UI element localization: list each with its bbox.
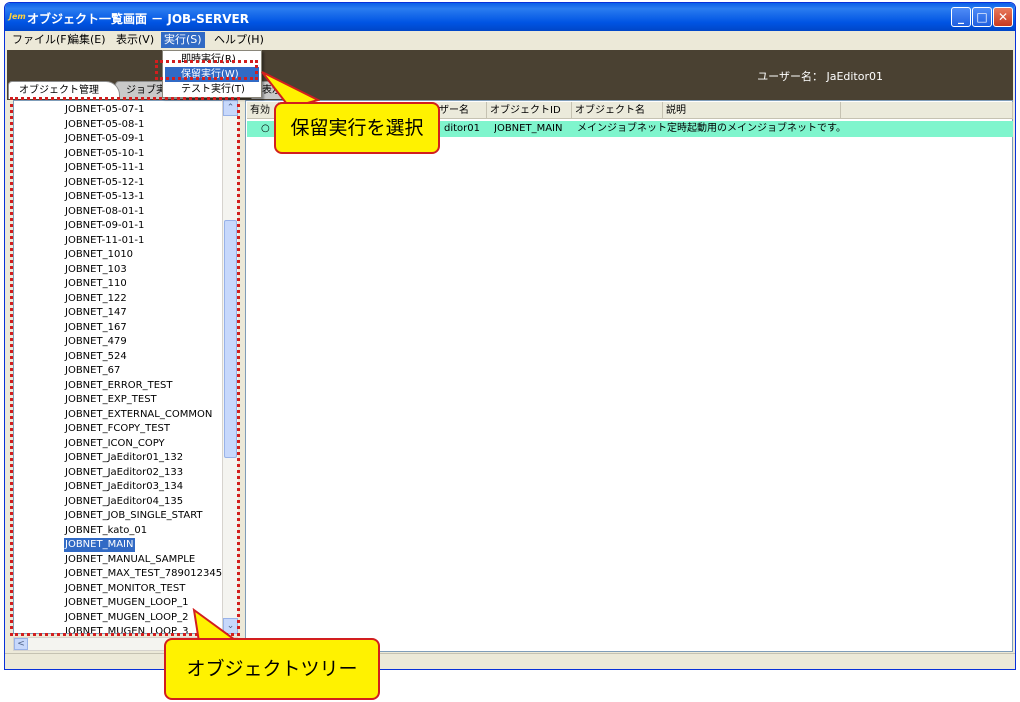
callout-hold-run: 保留実行を選択: [274, 102, 440, 154]
scroll-left-icon[interactable]: <: [14, 638, 28, 650]
tree-item[interactable]: JOBNET-05-07-1: [64, 103, 145, 117]
tree-item[interactable]: JOBNET_JOB_SINGLE_START: [64, 509, 204, 523]
menu-item-test-run[interactable]: テスト実行(T): [165, 82, 259, 97]
callout-object-tree: オブジェクトツリー: [164, 638, 380, 700]
user-name-label: ユーザー名： JaEditor01: [757, 70, 883, 83]
tree-item[interactable]: JOBNET-05-13-1: [64, 190, 145, 204]
object-list[interactable]: 有効 ザー名 オブジェクトID オブジェクト名 説明 ○ ditor01 JOB…: [245, 100, 1013, 652]
close-button[interactable]: ✕: [993, 7, 1013, 27]
menu-run[interactable]: 実行(S): [161, 32, 205, 48]
tree-item[interactable]: JOBNET_MONITOR_TEST: [64, 582, 186, 596]
tree-item[interactable]: JOBNET_MUGEN_LOOP_1: [64, 596, 189, 610]
tree-item[interactable]: JOBNET-08-01-1: [64, 205, 145, 219]
tree-item[interactable]: JOBNET_JaEditor02_133: [64, 466, 184, 480]
tree-item[interactable]: JOBNET-11-01-1: [64, 234, 145, 248]
tree-item[interactable]: JOBNET_103: [64, 263, 128, 277]
cell-description: 定時起動用のメインジョブネットです。: [667, 123, 846, 134]
cell-object-name: メインジョブネット: [577, 123, 667, 134]
main-window: Jem オブジェクト一覧画面 － JOB-SERVER _ □ ✕ ファイル(F…: [4, 2, 1016, 670]
tree-item[interactable]: JOBNET-09-01-1: [64, 219, 145, 233]
tree-item[interactable]: JOBNET_JaEditor01_132: [64, 451, 184, 465]
tree-item[interactable]: JOBNET_FCOPY_TEST: [64, 422, 171, 436]
tree-item[interactable]: JOBNET_524: [64, 350, 128, 364]
tree-item[interactable]: JOBNET-05-09-1: [64, 132, 145, 146]
tree-item[interactable]: JOBNET_MUGEN_LOOP_3: [64, 625, 189, 633]
tree-item[interactable]: JOBNET_67: [64, 364, 121, 378]
tree-item[interactable]: JOBNET_JaEditor04_135: [64, 495, 184, 509]
tree-item[interactable]: JOBNET-05-12-1: [64, 176, 145, 190]
cell-object-id: JOBNET_MAIN: [494, 123, 563, 134]
tree-item[interactable]: JOBNET_1010: [64, 248, 134, 262]
status-bar: [5, 653, 1015, 669]
tree-item[interactable]: JOBNET_479: [64, 335, 128, 349]
tree-item[interactable]: JOBNET_JaEditor03_134: [64, 480, 184, 494]
tree-item[interactable]: JOBNET_167: [64, 321, 128, 335]
tree-item[interactable]: JOBNET_110: [64, 277, 128, 291]
tree-item[interactable]: JOBNET_MAX_TEST_7890123456: [64, 567, 229, 581]
tree-item[interactable]: JOBNET_ERROR_TEST: [64, 379, 174, 393]
tab-object-management[interactable]: オブジェクト管理: [8, 81, 120, 99]
tree-item[interactable]: JOBNET_EXP_TEST: [64, 393, 158, 407]
app-logo-icon: Jem: [9, 12, 26, 21]
tree-item[interactable]: JOBNET_MUGEN_LOOP_2: [64, 611, 189, 625]
title-bar[interactable]: Jem オブジェクト一覧画面 － JOB-SERVER _ □ ✕: [5, 3, 1015, 31]
menu-view[interactable]: 表示(V): [113, 32, 157, 48]
object-tree[interactable]: JOBNET-05-07-1 JOBNET-05-08-1 JOBNET-05-…: [13, 100, 238, 634]
menu-help[interactable]: ヘルプ(H): [211, 32, 267, 48]
tree-item[interactable]: JOBNET_122: [64, 292, 128, 306]
window-title: オブジェクト一覧画面 － JOB-SERVER: [27, 12, 249, 26]
tree-item-selected[interactable]: JOBNET_MAIN: [64, 538, 135, 552]
menu-item-immediate-run[interactable]: 即時実行(R): [165, 52, 259, 67]
column-header-filler: [841, 102, 1013, 119]
scroll-up-icon[interactable]: ⌃: [223, 100, 238, 116]
tree-item[interactable]: JOBNET-05-11-1: [64, 161, 145, 175]
menu-edit[interactable]: 編集(E): [65, 32, 109, 48]
cell-user: ditor01: [444, 123, 481, 134]
menu-bar: ファイル(F) 編集(E) 表示(V) 実行(S) ヘルプ(H): [5, 31, 1015, 49]
tree-item[interactable]: JOBNET_ICON_COPY: [64, 437, 166, 451]
minimize-button[interactable]: _: [951, 7, 971, 27]
tree-vertical-scrollbar[interactable]: ⌃ ⌄: [222, 100, 238, 634]
scroll-thumb[interactable]: [224, 220, 237, 458]
column-header-object-id[interactable]: オブジェクトID: [487, 102, 572, 119]
tree-item[interactable]: JOBNET_kato_01: [64, 524, 148, 538]
tree-item[interactable]: JOBNET_MANUAL_SAMPLE: [64, 553, 196, 567]
menu-item-hold-run[interactable]: 保留実行(W): [165, 67, 259, 82]
tree-item[interactable]: JOBNET_EXTERNAL_COMMON: [64, 408, 213, 422]
column-header-object-name[interactable]: オブジェクト名: [572, 102, 663, 119]
tree-item[interactable]: JOBNET-05-08-1: [64, 118, 145, 132]
tree-item[interactable]: JOBNET-05-10-1: [64, 147, 145, 161]
tree-item[interactable]: JOBNET_147: [64, 306, 128, 320]
maximize-button[interactable]: □: [972, 7, 992, 27]
column-header-description[interactable]: 説明: [663, 102, 841, 119]
run-menu-dropdown: 即時実行(R) 保留実行(W) テスト実行(T): [162, 50, 262, 98]
